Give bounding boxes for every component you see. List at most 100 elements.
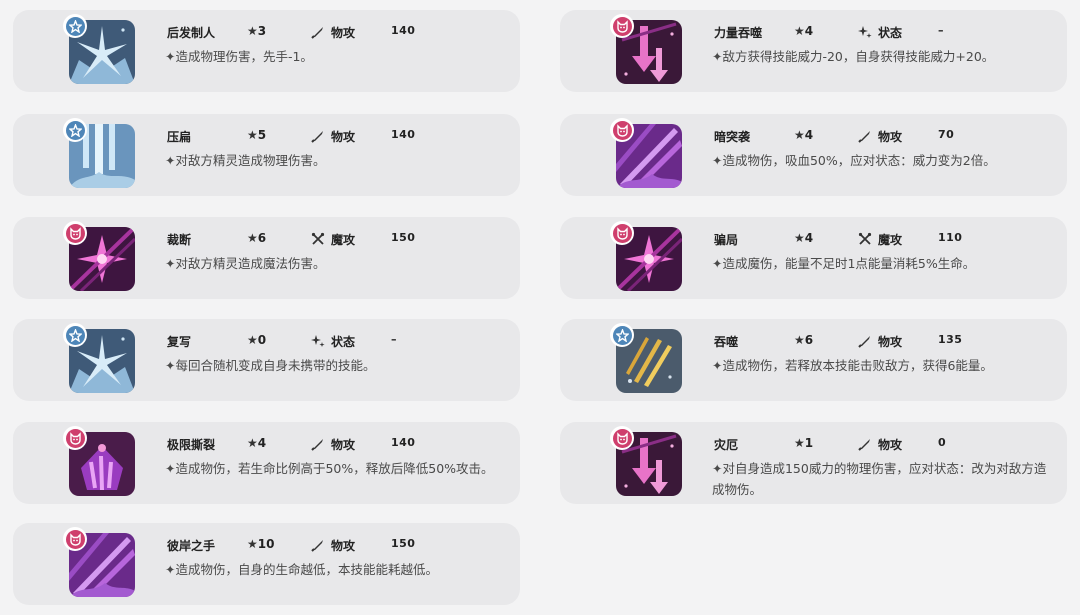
skill-name: 极限撕裂 — [167, 438, 216, 452]
demon-element-badge-icon — [63, 221, 87, 245]
skill-cost-value: 4 — [257, 436, 267, 450]
skill-description: ✦每回合随机变成自身未携带的技能。 — [165, 358, 376, 373]
star-icon: ★ — [794, 128, 805, 142]
skill-card[interactable]: 灾厄 ★1 物攻 0 ✦对自身造成150威力的物理伤害，应对状态：改为对敌方造成物伤。 — [560, 422, 1067, 504]
skill-name: 彼岸之手 — [167, 539, 216, 553]
demon-element-badge-icon — [610, 118, 634, 142]
sword-icon — [311, 129, 325, 143]
crossed-wands-icon — [311, 232, 325, 246]
skill-cost: ★3 — [247, 24, 266, 38]
skill-card[interactable]: 吞噬 ★6 物攻 135 ✦造成物伤，若释放本技能击败敌方，获得6能量。 — [560, 319, 1067, 401]
skill-icon — [63, 14, 141, 86]
star-icon: ★ — [247, 128, 258, 142]
skill-category: 物攻 — [311, 436, 355, 453]
skill-category: 状态 — [858, 24, 902, 41]
skill-cost-value: 6 — [804, 333, 814, 347]
skill-power: 70 — [938, 128, 955, 141]
skill-card[interactable]: 裁断 ★6 魔攻 150 ✦对敌方精灵造成魔法伤害。 — [13, 217, 520, 299]
skill-cost: ★4 — [794, 128, 813, 142]
skill-category: 物攻 — [311, 128, 355, 145]
skill-category-label: 状态 — [878, 26, 903, 40]
skill-category: 状态 — [311, 333, 355, 350]
sword-icon — [858, 334, 872, 348]
skill-power: – — [391, 333, 397, 346]
skill-cost: ★4 — [794, 24, 813, 38]
skill-category-label: 物攻 — [878, 438, 903, 452]
sword-icon — [858, 437, 872, 451]
star-icon: ★ — [247, 537, 258, 551]
skill-icon — [610, 118, 688, 190]
skill-icon — [610, 14, 688, 86]
demon-element-badge-icon — [63, 426, 87, 450]
skill-cost-value: 4 — [804, 128, 814, 142]
skill-category: 物攻 — [311, 537, 355, 554]
skill-card[interactable]: 极限撕裂 ★4 物攻 140 ✦造成物伤，若生命比例高于50%，释放后降低50%攻击。 — [13, 422, 520, 504]
skill-icon — [610, 426, 688, 498]
skill-power: 110 — [938, 231, 963, 244]
skill-card[interactable]: 暗突袭 ★4 物攻 70 ✦造成物伤，吸血50%，应对状态：威力变为2倍。 — [560, 114, 1067, 196]
star-icon: ★ — [794, 333, 805, 347]
skill-name: 后发制人 — [167, 26, 216, 40]
skill-description: ✦对敌方精灵造成魔法伤害。 — [165, 256, 326, 271]
skill-description: ✦造成物伤，自身的生命越低，本技能能耗越低。 — [165, 562, 438, 577]
skill-cost: ★6 — [794, 333, 813, 347]
skill-description: ✦敌方获得技能威力-20，自身获得技能威力+20。 — [712, 49, 995, 64]
skill-icon — [63, 527, 141, 599]
star-element-badge-icon — [63, 323, 87, 347]
skill-power: 135 — [938, 333, 963, 346]
skill-name: 暗突袭 — [714, 130, 751, 144]
star-icon: ★ — [794, 231, 805, 245]
star-icon: ★ — [794, 436, 805, 450]
skill-category-label: 物攻 — [878, 130, 903, 144]
skill-category: 物攻 — [858, 436, 902, 453]
skill-description: ✦造成物伤，吸血50%，应对状态：威力变为2倍。 — [712, 153, 996, 168]
skill-cost-value: 4 — [804, 231, 814, 245]
skill-category: 物攻 — [858, 333, 902, 350]
demon-element-badge-icon — [610, 426, 634, 450]
skill-description: ✦对敌方精灵造成物理伤害。 — [165, 153, 326, 168]
skill-description: ✦对自身造成150威力的物理伤害，应对状态：改为对敌方造成物伤。 — [712, 461, 1047, 497]
skill-category: 物攻 — [311, 24, 355, 41]
star-icon: ★ — [247, 24, 258, 38]
skill-card[interactable]: 压扁 ★5 物攻 140 ✦对敌方精灵造成物理伤害。 — [13, 114, 520, 196]
skill-cost-value: 1 — [804, 436, 814, 450]
skill-cost: ★6 — [247, 231, 266, 245]
skill-name: 骗局 — [714, 233, 739, 247]
star-icon: ★ — [247, 436, 258, 450]
skill-power: 150 — [391, 537, 416, 550]
skill-category: 魔攻 — [858, 231, 902, 248]
skill-category-label: 物攻 — [331, 539, 356, 553]
skill-description: ✦造成物理伤害，先手-1。 — [165, 49, 313, 64]
skill-power: – — [938, 24, 944, 37]
skill-category-label: 物攻 — [331, 26, 356, 40]
star-icon: ★ — [247, 333, 258, 347]
skill-card[interactable]: 力量吞噬 ★4 状态 – ✦敌方获得技能威力-20，自身获得技能威力+20。 — [560, 10, 1067, 92]
skill-name: 吞噬 — [714, 335, 739, 349]
skill-category-label: 物攻 — [331, 130, 356, 144]
skill-description: ✦造成物伤，若生命比例高于50%，释放后降低50%攻击。 — [165, 461, 494, 476]
crossed-wands-icon — [858, 232, 872, 246]
skill-power: 140 — [391, 24, 416, 37]
skill-icon — [610, 323, 688, 395]
skill-cost-value: 5 — [257, 128, 267, 142]
skill-cost-value: 0 — [257, 333, 267, 347]
skill-card[interactable]: 骗局 ★4 魔攻 110 ✦造成魔伤，能量不足时1点能量消耗5%生命。 — [560, 217, 1067, 299]
star-element-badge-icon — [63, 14, 87, 38]
sword-icon — [311, 437, 325, 451]
skill-name: 复写 — [167, 335, 192, 349]
sword-icon — [858, 129, 872, 143]
skill-card[interactable]: 彼岸之手 ★10 物攻 150 ✦造成物伤，自身的生命越低，本技能能耗越低。 — [13, 523, 520, 605]
skill-cost-value: 4 — [804, 24, 814, 38]
skill-cost: ★1 — [794, 436, 813, 450]
skill-cost-value: 10 — [257, 537, 275, 551]
skill-cost-value: 3 — [257, 24, 267, 38]
skill-category-label: 魔攻 — [331, 233, 356, 247]
sword-icon — [311, 25, 325, 39]
skill-cost-value: 6 — [257, 231, 267, 245]
skill-card[interactable]: 后发制人 ★3 物攻 140 ✦造成物理伤害，先手-1。 — [13, 10, 520, 92]
skill-category-label: 状态 — [331, 335, 356, 349]
skill-cost: ★4 — [794, 231, 813, 245]
demon-element-badge-icon — [63, 527, 87, 551]
skill-card[interactable]: 复写 ★0 状态 – ✦每回合随机变成自身未携带的技能。 — [13, 319, 520, 401]
star-element-badge-icon — [610, 323, 634, 347]
